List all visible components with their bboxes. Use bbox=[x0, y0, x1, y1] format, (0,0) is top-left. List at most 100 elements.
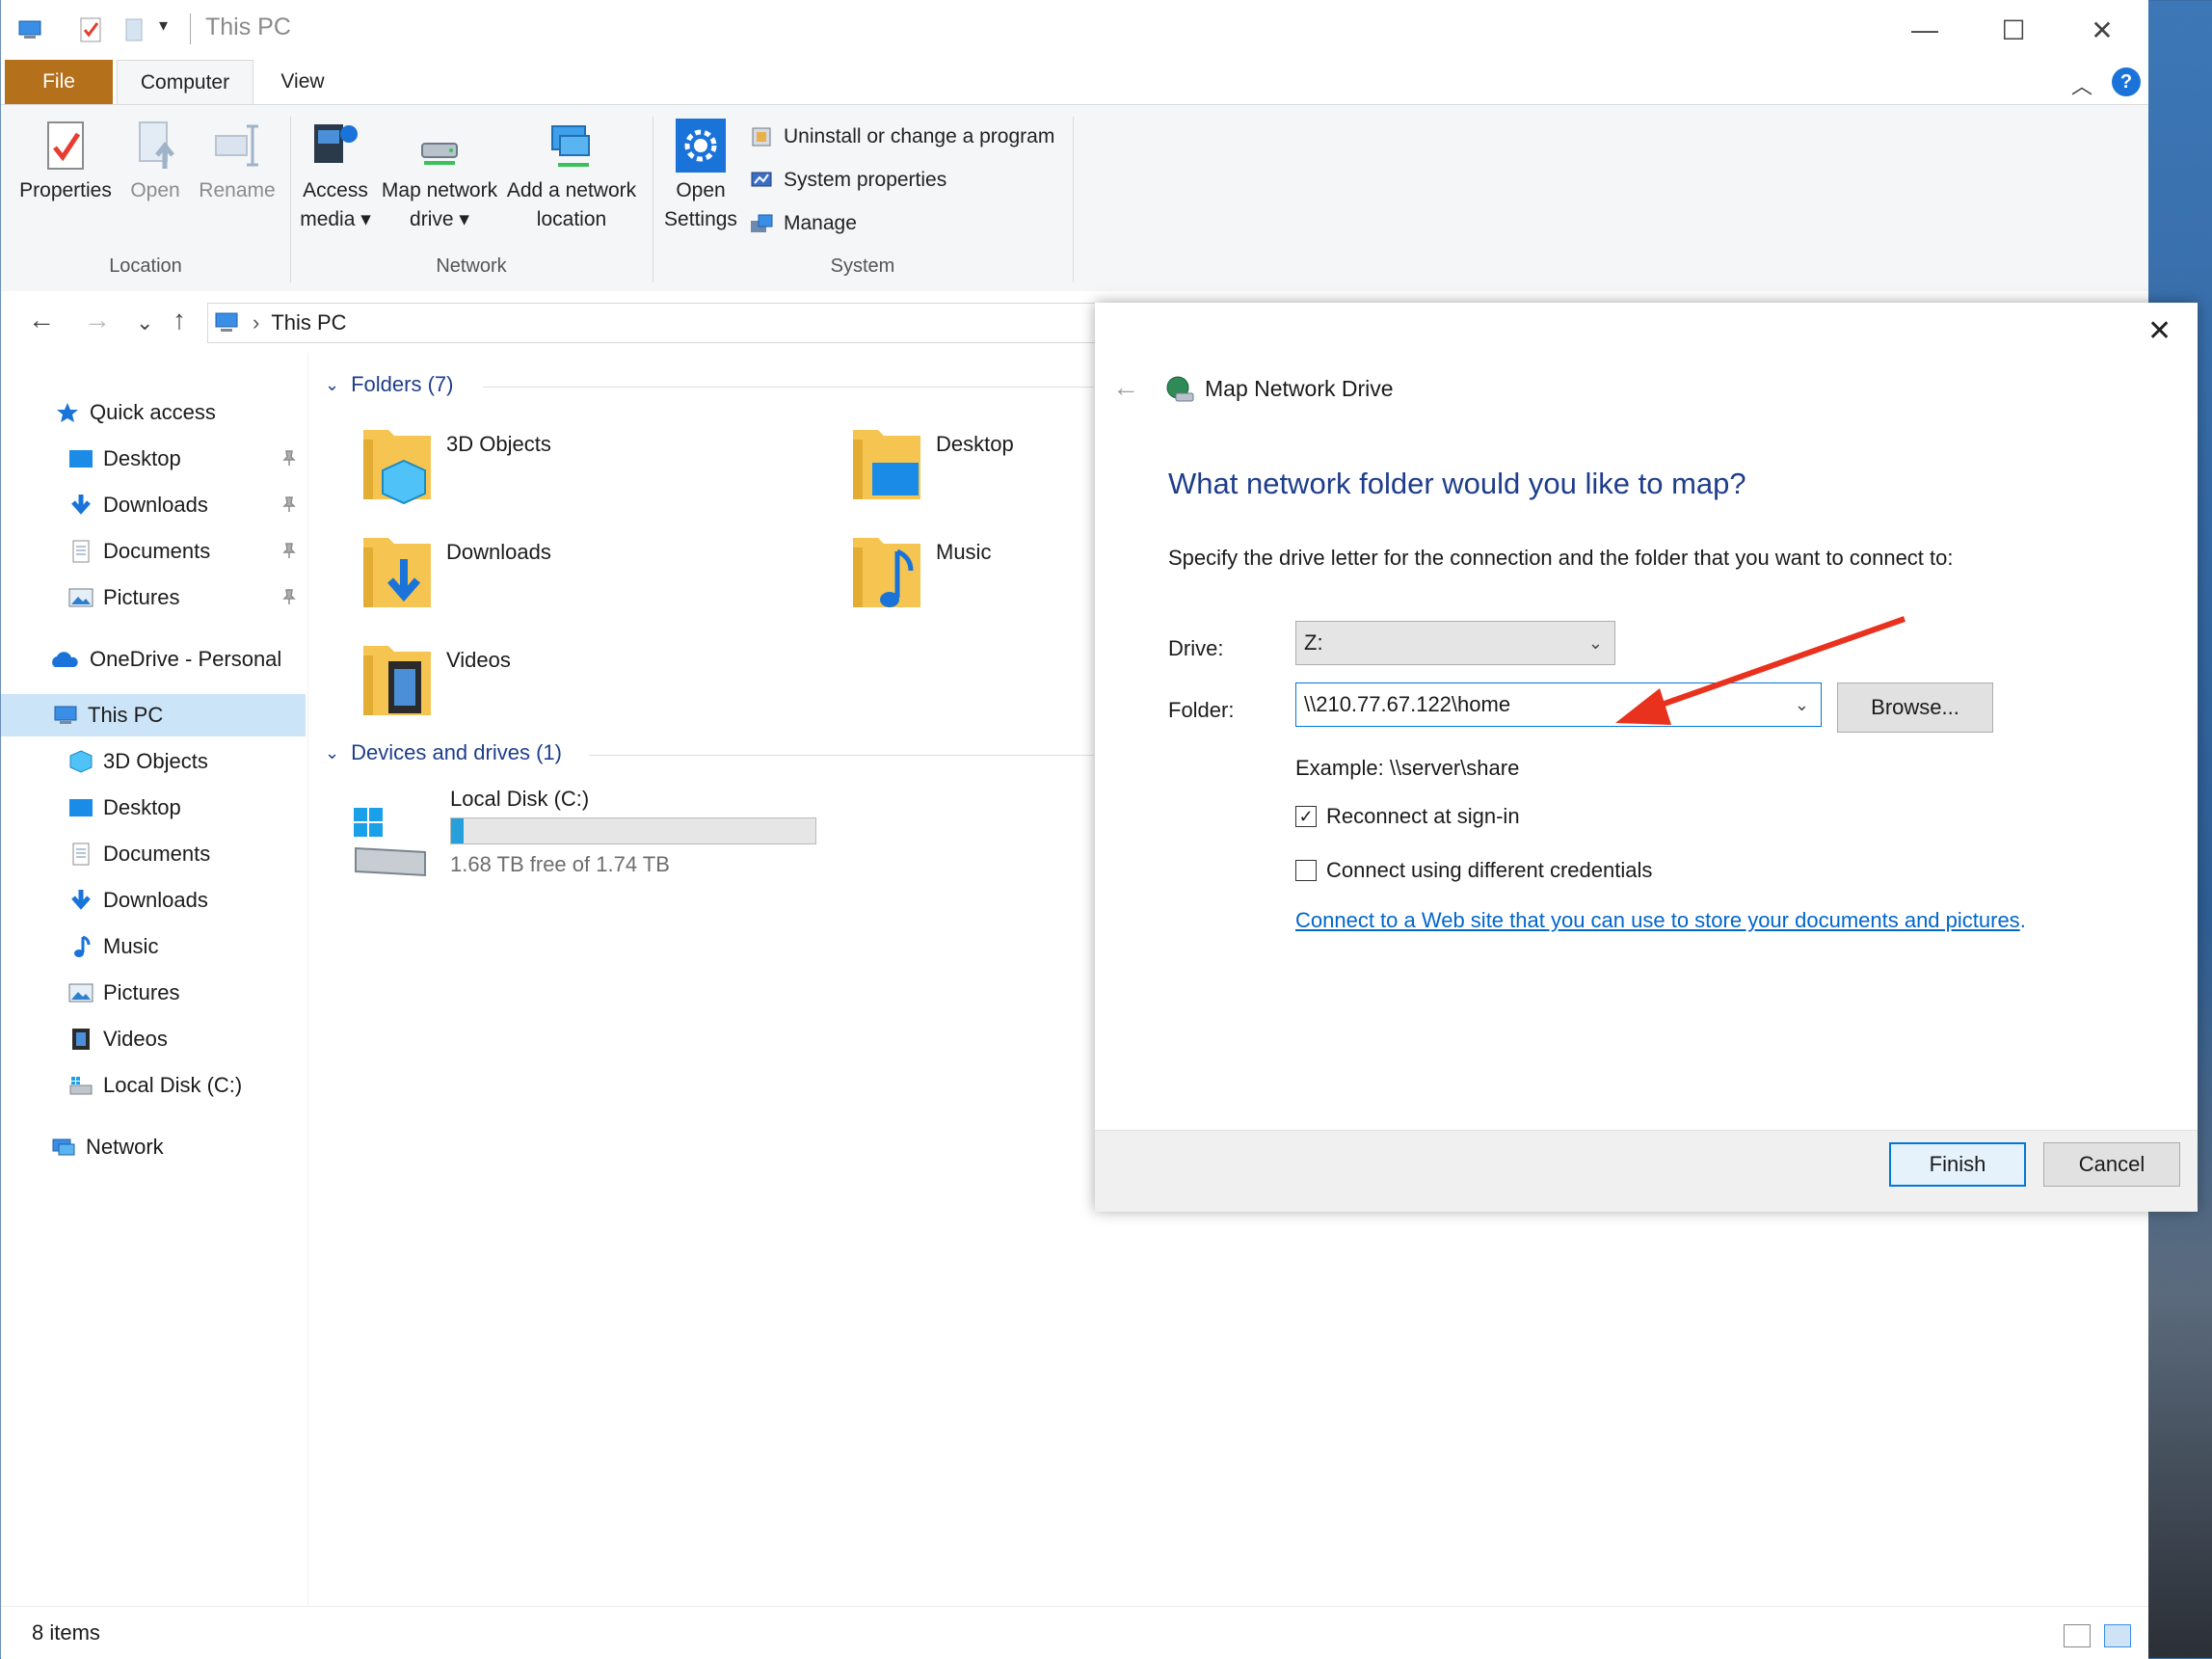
reconnect-checkbox[interactable]: ✓ bbox=[1295, 806, 1317, 827]
sidebar-item-quick-desktop[interactable]: Desktop bbox=[1, 438, 306, 480]
sidebar-item-label: This PC bbox=[88, 703, 164, 727]
sidebar-item-downloads[interactable]: Downloads bbox=[1, 879, 306, 922]
downloads-arrow-icon bbox=[71, 495, 91, 515]
map-network-drive-button[interactable]: Map network drive ▾ bbox=[377, 119, 502, 234]
sidebar-item-music[interactable]: Music bbox=[1, 925, 306, 968]
maximize-button[interactable]: ☐ bbox=[1969, 0, 2058, 60]
sidebar-item-label: Local Disk (C:) bbox=[103, 1073, 243, 1097]
sidebar-item-local-disk[interactable]: Local Disk (C:) bbox=[1, 1064, 306, 1107]
access-media-dropdown-icon: ▾ bbox=[360, 208, 371, 230]
onedrive-cloud-icon bbox=[52, 652, 78, 667]
sidebar-item-videos[interactable]: Videos bbox=[1, 1018, 306, 1060]
section-divider bbox=[589, 755, 1094, 756]
pin-icon[interactable] bbox=[280, 588, 298, 605]
dialog-footer: Finish Cancel bbox=[1095, 1130, 2198, 1212]
tab-file[interactable]: File bbox=[5, 60, 113, 104]
add-network-location-button[interactable]: Add a network location bbox=[504, 119, 639, 234]
title-divider bbox=[190, 13, 191, 44]
close-button[interactable]: ✕ bbox=[2058, 0, 2146, 60]
system-properties-button[interactable]: System properties bbox=[749, 164, 946, 197]
folder-tile-desktop[interactable]: Desktop bbox=[849, 422, 1014, 507]
new-folder-qat-icon[interactable] bbox=[120, 15, 149, 44]
sidebar-item-label: Pictures bbox=[103, 585, 180, 609]
forward-button[interactable]: → bbox=[84, 305, 111, 335]
uninstall-program-label: Uninstall or change a program bbox=[784, 125, 1055, 147]
drive-tile-local-disk[interactable]: Local Disk (C:) 1.68 TB free of 1.74 TB bbox=[350, 787, 832, 887]
folder-label: Downloads bbox=[446, 540, 551, 564]
devices-header-label: Devices and drives (1) bbox=[351, 740, 562, 764]
sidebar-item-quick-documents[interactable]: Documents bbox=[1, 530, 306, 573]
reconnect-option[interactable]: ✓ Reconnect at sign-in bbox=[1295, 804, 1520, 829]
dialog-back-button[interactable]: ← bbox=[1112, 372, 1139, 403]
settings-gear-icon bbox=[676, 119, 726, 173]
breadcrumb[interactable]: This PC bbox=[271, 310, 346, 335]
address-bar[interactable]: › This PC bbox=[207, 303, 1096, 343]
folder-tile-music[interactable]: Music bbox=[849, 530, 991, 615]
music-folder-icon bbox=[853, 538, 920, 607]
credentials-checkbox[interactable] bbox=[1295, 860, 1317, 881]
help-icon[interactable]: ? bbox=[2112, 67, 2141, 96]
collapse-ribbon-icon[interactable]: ︿ bbox=[2071, 69, 2092, 100]
sidebar-item-onedrive[interactable]: OneDrive - Personal bbox=[1, 638, 306, 681]
up-button[interactable]: ↑ bbox=[173, 305, 186, 335]
access-media-label-2: media bbox=[300, 208, 356, 230]
sidebar-item-network[interactable]: Network bbox=[1, 1126, 306, 1168]
devices-section-header[interactable]: ⌄ Devices and drives (1) bbox=[325, 740, 562, 765]
sidebar-item-this-pc[interactable]: This PC bbox=[1, 694, 306, 736]
sidebar-item-quick-pictures[interactable]: Pictures bbox=[1, 576, 306, 619]
pin-icon[interactable] bbox=[280, 495, 298, 513]
sidebar-item-desktop[interactable]: Desktop bbox=[1, 787, 306, 829]
local-disk-drive-icon bbox=[354, 808, 426, 877]
rename-button[interactable]: Rename bbox=[194, 119, 280, 205]
minimize-button[interactable]: — bbox=[1880, 0, 1969, 60]
local-disk-icon bbox=[69, 1077, 93, 1095]
collapse-chevron-icon: ⌄ bbox=[325, 374, 340, 394]
sidebar-item-label: Downloads bbox=[103, 493, 208, 517]
recent-locations-button[interactable]: ⌄ bbox=[136, 310, 153, 335]
sidebar-item-label: Documents bbox=[103, 539, 211, 563]
back-button[interactable]: ← bbox=[28, 305, 55, 335]
network-group-label: Network bbox=[436, 255, 507, 277]
sidebar-item-quick-downloads[interactable]: Downloads bbox=[1, 484, 306, 526]
drive-letter-dropdown[interactable]: Z: ⌄ bbox=[1295, 621, 1615, 665]
sidebar-item-pictures[interactable]: Pictures bbox=[1, 972, 306, 1014]
folder-tile-videos[interactable]: Videos bbox=[360, 638, 511, 723]
tab-computer[interactable]: Computer bbox=[117, 60, 253, 105]
open-label: Open bbox=[130, 179, 180, 201]
sidebar-item-label: Desktop bbox=[103, 446, 181, 470]
web-site-link[interactable]: Connect to a Web site that you can use t… bbox=[1295, 908, 2020, 932]
window-title: This PC bbox=[205, 13, 291, 40]
downloads-arrow-icon bbox=[71, 890, 91, 910]
manage-button[interactable]: Manage bbox=[749, 207, 857, 240]
folder-label: Desktop bbox=[936, 432, 1014, 456]
sidebar-item-3d-objects[interactable]: 3D Objects bbox=[1, 740, 306, 783]
cancel-button[interactable]: Cancel bbox=[2043, 1142, 2180, 1187]
folder-tile-downloads[interactable]: Downloads bbox=[360, 530, 551, 615]
properties-icon bbox=[47, 121, 84, 170]
open-settings-button[interactable]: Open Settings bbox=[660, 119, 741, 234]
finish-button[interactable]: Finish bbox=[1889, 1142, 2026, 1187]
tab-view[interactable]: View bbox=[253, 60, 352, 104]
credentials-option[interactable]: Connect using different credentials bbox=[1295, 858, 1652, 883]
dialog-close-button[interactable]: ✕ bbox=[2147, 314, 2172, 348]
large-icons-view-icon[interactable] bbox=[2104, 1624, 2131, 1647]
open-button[interactable]: Open bbox=[120, 119, 190, 205]
uninstall-program-button[interactable]: Uninstall or change a program bbox=[749, 120, 1054, 153]
customize-qat-dropdown[interactable]: ▾ bbox=[159, 15, 168, 36]
properties-qat-icon[interactable] bbox=[76, 15, 105, 44]
sidebar-item-documents[interactable]: Documents bbox=[1, 833, 306, 875]
folders-section-header[interactable]: ⌄ Folders (7) bbox=[325, 372, 453, 397]
ribbon-tabs: File Computer View ︿ ? bbox=[1, 60, 2148, 105]
folder-tile-3d-objects[interactable]: 3D Objects bbox=[360, 422, 551, 507]
sidebar-item-quick-access[interactable]: Quick access bbox=[1, 391, 306, 434]
access-media-button[interactable]: Access media ▾ bbox=[296, 119, 375, 234]
map-network-drive-label-1: Map network bbox=[381, 179, 498, 201]
open-settings-label-1: Open bbox=[676, 179, 726, 201]
map-network-drive-dropdown-icon: ▾ bbox=[459, 208, 469, 230]
pin-icon[interactable] bbox=[280, 449, 298, 467]
drive-label: Drive: bbox=[1168, 636, 1224, 660]
properties-button[interactable]: Properties bbox=[14, 119, 117, 205]
pin-icon[interactable] bbox=[280, 542, 298, 559]
pane-divider bbox=[307, 353, 308, 1606]
details-view-icon[interactable] bbox=[2064, 1624, 2091, 1647]
